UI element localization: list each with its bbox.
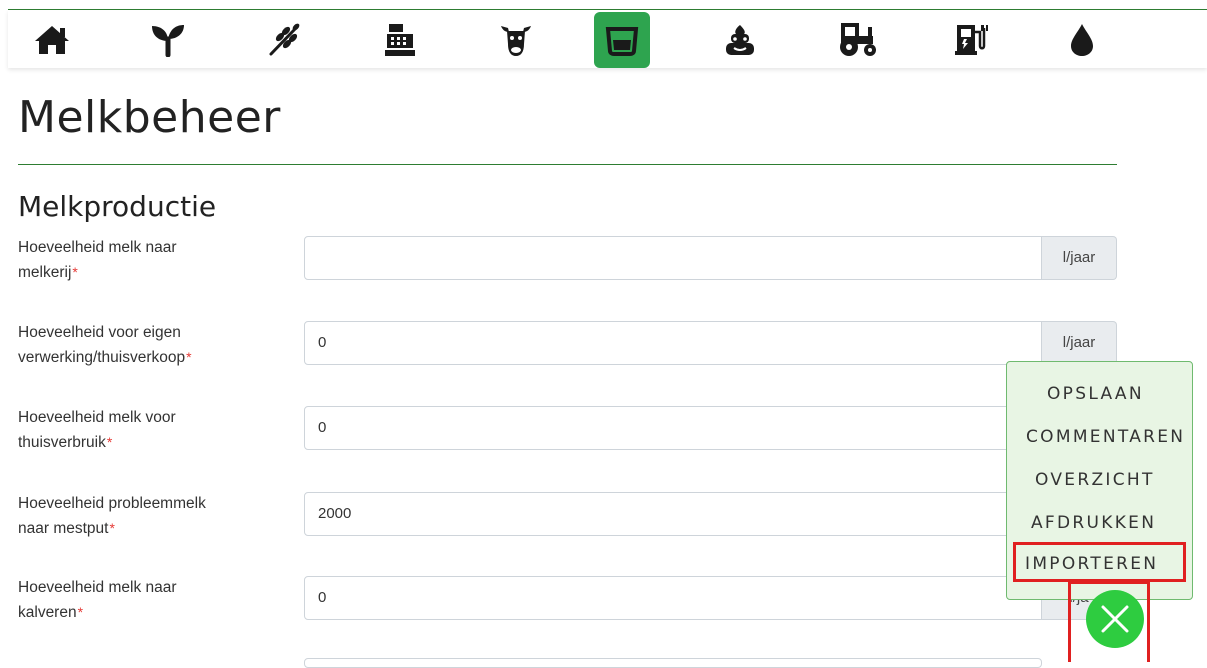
- label-line-1: Hoeveelheid melk voor: [18, 409, 176, 426]
- required-marker: *: [109, 520, 115, 536]
- manure-icon[interactable]: [712, 12, 768, 68]
- field-row-probleemmelk: Hoeveelheid probleemmelk naar mestput* 2…: [18, 492, 1117, 564]
- menu-item-overzicht[interactable]: OVERZICHT: [1035, 470, 1155, 490]
- label-line-2: melkerij: [18, 264, 72, 281]
- label-line-1: Hoeveelheid voor eigen: [18, 324, 181, 341]
- menu-item-afdrukken[interactable]: AFDRUKKEN: [1031, 513, 1156, 533]
- field-label: Hoeveelheid melk voor thuisverbruik*: [18, 406, 288, 455]
- thuisverbruik-input[interactable]: 0: [304, 406, 1042, 450]
- label-line-2: thuisverbruik: [18, 434, 106, 451]
- field-label: Hoeveelheid voor eigen verwerking/thuisv…: [18, 321, 288, 370]
- sprout-icon[interactable]: [140, 12, 196, 68]
- cash-register-icon[interactable]: [372, 12, 428, 68]
- label-line-1: Hoeveelheid melk naar: [18, 239, 177, 256]
- field-label: Hoeveelheid melk naar melkerij*: [18, 236, 288, 285]
- label-line-1: Hoeveelheid melk naar: [18, 579, 177, 596]
- tractor-icon[interactable]: [830, 12, 886, 68]
- field-label: Hoeveelheid melk naar kalveren*: [18, 576, 288, 625]
- required-marker: *: [77, 604, 84, 620]
- fab-highlight: [1068, 581, 1150, 662]
- next-field-input[interactable]: [304, 658, 1042, 668]
- page-title: Melkbeheer: [18, 92, 281, 143]
- top-nav: [8, 10, 1207, 68]
- probleemmelk-input[interactable]: 2000: [304, 492, 1042, 536]
- required-marker: *: [106, 434, 113, 450]
- field-row-thuisverbruik: Hoeveelheid melk voor thuisverbruik* 0: [18, 406, 1117, 478]
- section-title: Melkproductie: [18, 190, 217, 223]
- unit-addon: l/jaar: [1042, 236, 1117, 280]
- water-drop-icon[interactable]: [1054, 12, 1110, 68]
- menu-item-opslaan[interactable]: OPSLAAN: [1047, 384, 1144, 404]
- label-line-1: Hoeveelheid probleemmelk: [18, 495, 206, 512]
- required-marker: *: [186, 349, 192, 365]
- fuel-pump-icon[interactable]: [943, 12, 999, 68]
- field-row-melkerij: Hoeveelheid melk naar melkerij* l/jaar: [18, 236, 1117, 308]
- label-line-2: naar mestput: [18, 520, 109, 537]
- wheat-icon[interactable]: [256, 12, 312, 68]
- field-label: Hoeveelheid probleemmelk naar mestput*: [18, 492, 288, 541]
- cow-icon[interactable]: [488, 12, 544, 68]
- kalveren-input[interactable]: 0: [304, 576, 1042, 620]
- field-row-kalveren: Hoeveelheid melk naar kalveren* 0 l/ja: [18, 576, 1117, 648]
- field-row-eigen-verwerking: Hoeveelheid voor eigen verwerking/thuisv…: [18, 321, 1117, 393]
- title-divider: [18, 164, 1117, 165]
- melk-naar-melkerij-input[interactable]: [304, 236, 1042, 280]
- home-icon[interactable]: [24, 12, 80, 68]
- required-marker: *: [72, 264, 78, 280]
- milk-tank-icon[interactable]: [594, 12, 650, 68]
- unit-addon: l/jaar: [1042, 321, 1117, 365]
- label-line-2: verwerking/thuisverkoop: [18, 349, 186, 366]
- eigen-verwerking-input[interactable]: 0: [304, 321, 1042, 365]
- menu-item-commentaren[interactable]: COMMENTAREN: [1026, 427, 1185, 447]
- label-line-2: kalveren: [18, 604, 77, 621]
- importeren-highlight: [1013, 542, 1186, 582]
